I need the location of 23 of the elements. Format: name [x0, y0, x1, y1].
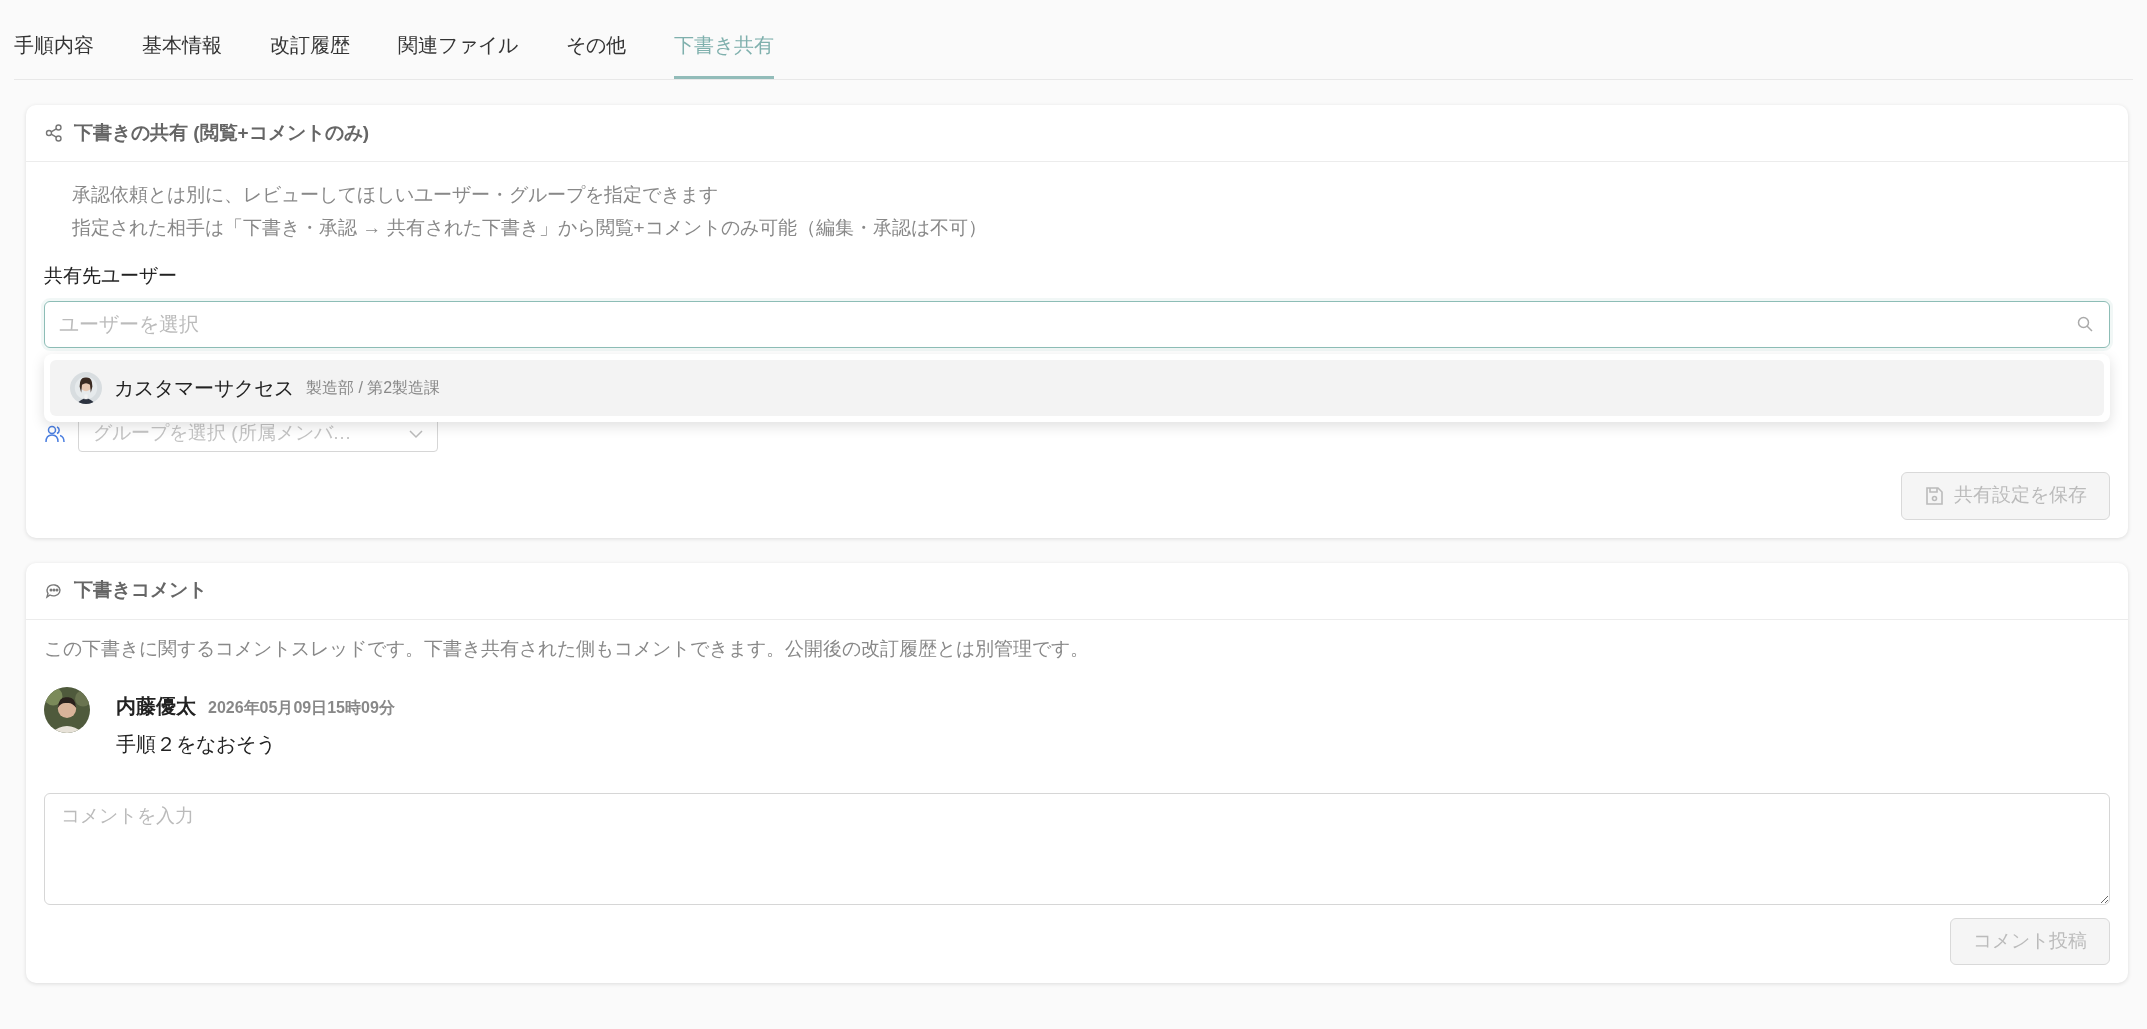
description-text: 指定された相手は「下書き・承認 → 共有された下書き」から閲覧+コメントのみ可能（編集・承認は不可） — [72, 216, 988, 240]
comment-author: 内藤優太 — [116, 693, 196, 719]
user-name: カスタマーサクセス — [114, 375, 294, 401]
comment-input-field[interactable]: コメントを入力 — [44, 792, 2110, 905]
share-icon — [44, 123, 64, 143]
tab[interactable]: 手順内容 — [14, 0, 94, 79]
comment-time: 2026年05月09日15時09分 — [208, 697, 395, 718]
field-label: 共有先ユーザー — [44, 264, 177, 288]
tab[interactable]: その他 — [566, 0, 626, 79]
department-text: 製造部 / 第2製造課 — [306, 377, 441, 398]
search-icon — [2076, 314, 2094, 333]
tab[interactable]: 改訂履歴 — [270, 0, 350, 79]
comment-text: 手順２をなおそう — [116, 731, 277, 757]
placeholder-text: グループを選択 (所属メンバ… — [93, 421, 352, 446]
user-select-field[interactable]: ユーザーを選択 — [44, 300, 2110, 348]
description-text: この下書きに関するコメントスレッドです。下書き共有された側もコメントできます。公開後の改訂履歴とは別管理です。 — [44, 636, 1090, 661]
card-title: 下書きの共有 (閲覧+コメントのみ) — [74, 120, 370, 145]
tab[interactable]: 関連ファイル — [398, 0, 518, 79]
dropdown-item[interactable]: カスタマーサクセス 製造部 / 第2製造課 — [50, 359, 2104, 416]
description-text: 承認依頼とは別に、レビューしてほしいユーザー・グループを指定できます — [72, 183, 719, 207]
caret-icon — [409, 428, 423, 439]
tab[interactable]: 基本情報 — [142, 0, 222, 79]
card-title: 下書きコメント — [74, 578, 207, 603]
